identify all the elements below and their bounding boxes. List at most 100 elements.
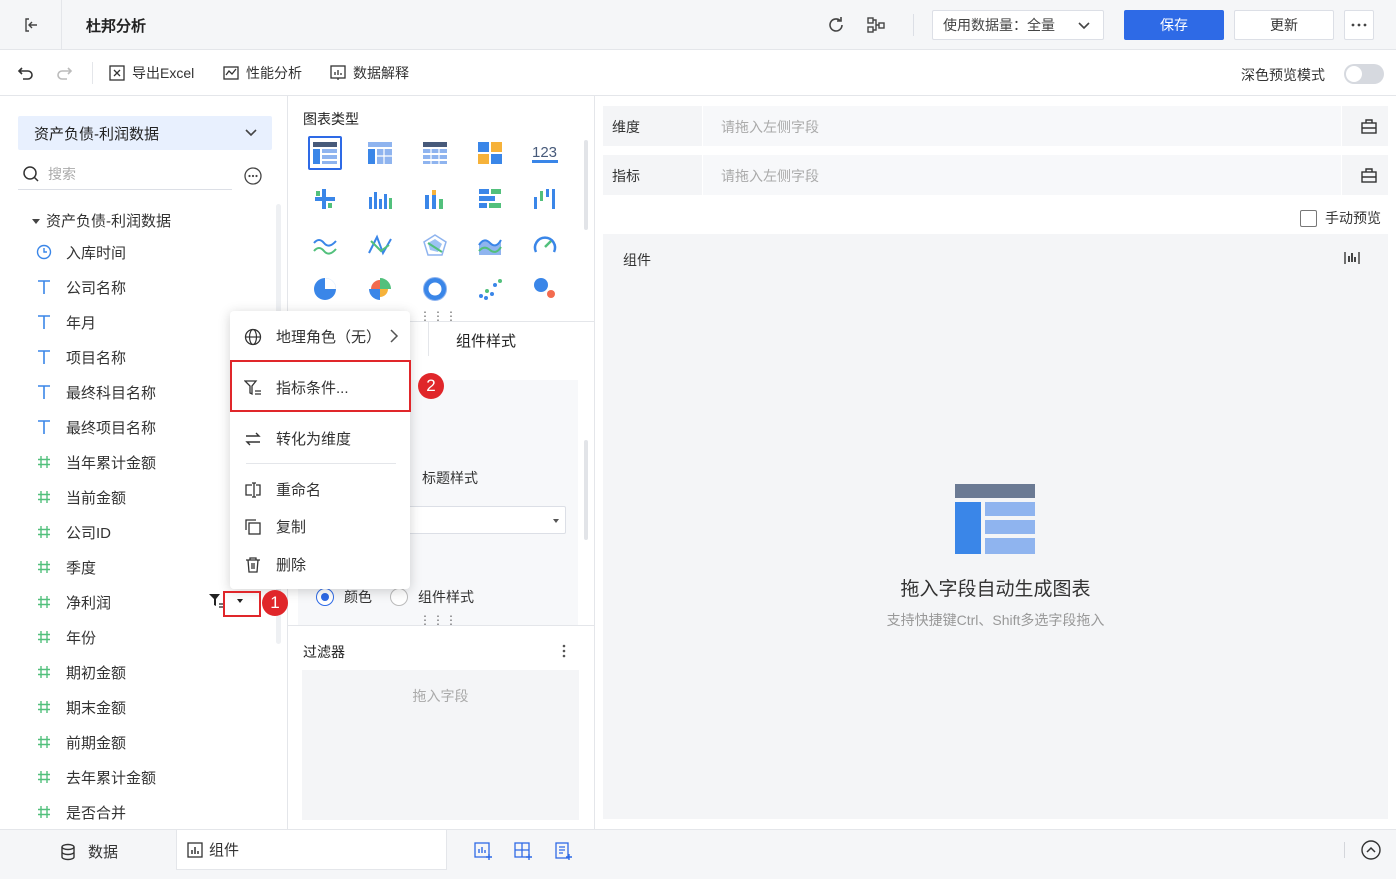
tab-component[interactable]: 组件 [176, 830, 447, 870]
chart-types-title: 图表类型 [303, 111, 359, 127]
field-item[interactable]: 入库时间 [36, 241, 126, 263]
crosstab-chart-icon[interactable] [363, 136, 397, 170]
field-context-menu: 地理角色（无） 指标条件... 转化为维度 重命名 复制 删除 [230, 311, 410, 589]
tab-component-style[interactable]: 组件样式 [456, 330, 516, 351]
data-explain-button[interactable]: 数据解释 [329, 63, 409, 83]
title-style-select[interactable] [406, 506, 566, 534]
number-type-icon [36, 735, 52, 749]
text-type-icon [36, 419, 52, 435]
manual-preview-checkbox[interactable]: 手动预览 [1300, 208, 1381, 228]
field-item[interactable]: 净利润 [36, 591, 111, 613]
field-label: 期初金额 [66, 664, 127, 682]
donut-chart-icon[interactable] [418, 272, 452, 306]
update-button[interactable]: 更新 [1234, 10, 1334, 40]
menu-separator [246, 463, 396, 464]
card-chart-icon[interactable] [473, 136, 507, 170]
lineage-icon[interactable] [866, 15, 886, 35]
stacked-column-icon[interactable] [418, 182, 452, 216]
refresh-icon[interactable] [826, 15, 846, 35]
kpi-number-icon[interactable]: 123 [528, 136, 562, 170]
back-button[interactable] [0, 0, 62, 50]
bar-chart-icon[interactable] [473, 182, 507, 216]
field-item[interactable]: 期末金额 [36, 696, 126, 718]
radio-component-style[interactable]: 组件样式 [390, 587, 474, 607]
scatter-chart-icon[interactable] [473, 272, 507, 306]
export-excel-label: 导出Excel [132, 65, 195, 81]
field-item[interactable]: 公司ID [36, 521, 111, 543]
menu-item-geo-role[interactable]: 地理角色（无） [244, 326, 381, 347]
dark-preview-toggle[interactable] [1344, 64, 1384, 84]
radar-line-icon[interactable] [363, 228, 397, 262]
add-report-icon[interactable] [553, 841, 573, 861]
menu-item-rename[interactable]: 重命名 [244, 479, 321, 500]
field-item[interactable]: 季度 [36, 556, 96, 578]
field-item[interactable]: 公司名称 [36, 276, 126, 298]
table-chart-icon[interactable] [308, 136, 342, 170]
pie-chart-icon[interactable] [308, 272, 342, 306]
data-usage-select[interactable]: 使用数据量：全量 [932, 10, 1104, 40]
tree-root[interactable]: 资产负债-利润数据 [32, 210, 171, 231]
area-chart-icon[interactable] [473, 228, 507, 262]
add-dashboard-icon[interactable] [513, 841, 533, 861]
menu-item-delete[interactable]: 删除 [244, 554, 306, 575]
radar-chart-icon[interactable] [418, 228, 452, 262]
waterfall-chart-icon[interactable] [528, 182, 562, 216]
tab-data[interactable]: 数据 [60, 841, 118, 862]
dimension-settings-icon[interactable] [1360, 117, 1378, 135]
add-component-icon[interactable] [473, 841, 493, 861]
undo-icon[interactable] [16, 63, 36, 83]
highlight-box-metric-condition [230, 360, 411, 412]
more-button[interactable] [1344, 10, 1374, 40]
field-search[interactable]: 搜索 [18, 158, 232, 190]
filter-icon [208, 592, 224, 608]
field-item[interactable]: 年份 [36, 626, 96, 648]
bubble-chart-icon[interactable] [528, 272, 562, 306]
metric-settings-icon[interactable] [1360, 166, 1378, 184]
field-item[interactable]: 项目名称 [36, 346, 126, 368]
save-button[interactable]: 保存 [1124, 10, 1224, 40]
field-item[interactable]: 是否合并 [36, 801, 126, 823]
field-item[interactable]: 去年累计金额 [36, 766, 156, 788]
export-excel-button[interactable]: 导出Excel [108, 63, 194, 83]
field-item[interactable]: 期初金额 [36, 661, 126, 683]
detail-table-icon[interactable] [418, 136, 452, 170]
scrollbar[interactable] [584, 140, 588, 230]
dataset-select[interactable]: 资产负债-利润数据 [18, 116, 272, 150]
resize-handle[interactable]: ⋮⋮⋮ [419, 614, 458, 626]
field-label: 当年累计金额 [66, 454, 157, 472]
resize-handle[interactable]: ⋮⋮⋮ [419, 310, 458, 322]
component-options-icon[interactable] [1343, 250, 1361, 266]
line-chart-icon[interactable] [308, 228, 342, 262]
field-item[interactable]: 最终项目名称 [36, 416, 156, 438]
text-type-icon [36, 279, 52, 295]
menu-item-copy[interactable]: 复制 [244, 516, 306, 537]
field-item[interactable]: 最终科目名称 [36, 381, 156, 403]
search-placeholder: 搜索 [48, 165, 76, 182]
more-options-icon[interactable] [243, 166, 263, 186]
manual-preview-label: 手动预览 [1325, 210, 1381, 226]
more-dots-icon [1351, 23, 1367, 27]
redo-icon[interactable] [54, 63, 74, 83]
field-item[interactable]: 年月 [36, 311, 96, 333]
menu-item-to-dimension[interactable]: 转化为维度 [244, 428, 351, 449]
field-item[interactable]: 前期金额 [36, 731, 126, 753]
rose-chart-icon[interactable] [363, 272, 397, 306]
divider [913, 14, 914, 36]
radio-color[interactable]: 颜色 [316, 587, 372, 607]
scrollbar[interactable] [584, 440, 588, 540]
number-type-icon [36, 770, 52, 784]
chevron-down-icon [1078, 22, 1090, 30]
search-icon [23, 165, 39, 182]
filter-drop-zone[interactable]: 拖入字段 [302, 670, 579, 820]
field-item[interactable]: 当年累计金额 [36, 451, 156, 473]
collapse-up-icon[interactable] [1360, 839, 1382, 861]
grouped-bar-icon[interactable] [308, 182, 342, 216]
gauge-chart-icon[interactable] [528, 228, 562, 262]
column-chart-icon[interactable] [363, 182, 397, 216]
field-item[interactable]: 当前金额 [36, 486, 126, 508]
filter-more-icon[interactable] [562, 644, 566, 658]
field-label: 去年累计金额 [66, 769, 157, 787]
table-placeholder-icon [955, 484, 1035, 554]
text-type-icon [36, 314, 52, 330]
performance-button[interactable]: 性能分析 [222, 63, 302, 83]
